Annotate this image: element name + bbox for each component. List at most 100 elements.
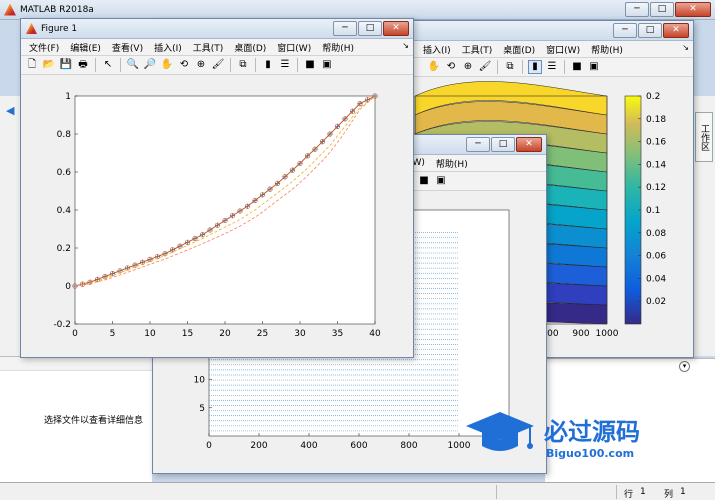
x-tick-label: 10 xyxy=(144,329,156,339)
fig1-close-button[interactable]: ✕ xyxy=(383,21,409,36)
menu-view[interactable]: 查看(V) xyxy=(112,41,143,54)
main-close-button[interactable]: ✕ xyxy=(675,2,711,17)
fig1-menubar: 文件(F) 编辑(E) 查看(V) 插入(I) 工具(T) 桌面(D) 窗口(W… xyxy=(21,39,413,56)
menu-file[interactable]: 文件(F) xyxy=(29,41,59,54)
x-tick-label: 5 xyxy=(110,329,116,339)
x-tick-label: 25 xyxy=(257,329,268,339)
open-file-icon[interactable]: 📂 xyxy=(42,58,56,72)
zoom-out-icon[interactable]: 🔎 xyxy=(143,58,157,72)
y-tick-label: 0.2 xyxy=(57,244,71,254)
menu-window[interactable]: 窗口(W) xyxy=(277,41,311,54)
x-tick-label: 800 xyxy=(400,441,417,451)
row-label: 行 xyxy=(624,490,634,500)
fig2-menu-help[interactable]: 帮助(H) xyxy=(436,157,468,170)
fig3-close-button[interactable]: ✕ xyxy=(663,23,689,38)
save-icon[interactable]: 💾 xyxy=(59,58,73,72)
hide-plot-tools-icon[interactable]: ■ xyxy=(303,58,317,72)
rotate-icon[interactable]: ⟲ xyxy=(444,60,458,74)
link-icon[interactable]: ⧉ xyxy=(236,58,250,72)
colorbar-tick-label: 0.2 xyxy=(646,92,660,102)
chevron-down-icon[interactable]: ▾ xyxy=(679,361,690,372)
y-tick-label: 10 xyxy=(194,376,206,386)
fig1-toolbar: 🗋 📂 💾 🖶 ↖ 🔍 🔎 ✋ ⟲ ⊕ 🖌 ⧉ ▮ ☰ ■ ▣ xyxy=(21,56,413,75)
colorbar-icon[interactable]: ▮ xyxy=(528,60,542,74)
back-arrow-icon[interactable]: ◀ xyxy=(6,104,14,117)
fig3-menu-help[interactable]: 帮助(H) xyxy=(591,43,623,56)
hide-plot-tools-icon[interactable]: ■ xyxy=(417,174,431,188)
y-tick-label: 1 xyxy=(65,92,71,102)
rotate-icon[interactable]: ⟲ xyxy=(177,58,191,72)
fig3-menu-window[interactable]: 窗口(W) xyxy=(546,43,580,56)
brush-icon[interactable]: 🖌 xyxy=(211,58,225,72)
datatip-icon[interactable]: ⊕ xyxy=(194,58,208,72)
new-figure-icon[interactable]: 🗋 xyxy=(25,58,39,72)
menu-help[interactable]: 帮助(H) xyxy=(322,41,354,54)
y-tick-label: 5 xyxy=(199,404,205,414)
menu-desktop[interactable]: 桌面(D) xyxy=(234,41,266,54)
colorbar-icon[interactable]: ▮ xyxy=(261,58,275,72)
figure-1-titlebar[interactable]: Figure 1 ─ □ ✕ xyxy=(21,19,413,39)
fig3-menu-tools[interactable]: 工具(T) xyxy=(462,43,493,56)
menu-insert[interactable]: 插入(I) xyxy=(154,41,182,54)
fig2-close-button[interactable]: ✕ xyxy=(516,137,542,152)
fig3-minimize-button[interactable]: ─ xyxy=(613,23,637,38)
y-tick-label: 0.4 xyxy=(57,206,72,216)
x-tick-label: 35 xyxy=(332,329,343,339)
show-plot-tools-icon[interactable]: ▣ xyxy=(434,174,448,188)
contour-x-ticks: 800 900 1000 xyxy=(541,329,618,339)
x-tick-label: 0 xyxy=(206,441,212,451)
colorbar-ticks: 0.02 0.04 0.06 0.08 0.1 0.12 0.14 0.16 0.18 0.2 xyxy=(638,92,666,307)
details-message: 选择文件以查看详细信息 xyxy=(44,416,144,426)
x-tick-label: 0 xyxy=(72,329,78,339)
menu-edit[interactable]: 编辑(E) xyxy=(70,41,101,54)
menu-tools[interactable]: 工具(T) xyxy=(193,41,224,54)
status-bar: 行 1 列 1 xyxy=(0,482,715,500)
fig3-menu-insert[interactable]: 插入(I) xyxy=(423,43,451,56)
y-tick-label: 0 xyxy=(65,282,71,292)
colorbar-tick-label: 0.02 xyxy=(646,297,666,307)
print-icon[interactable]: 🖶 xyxy=(76,58,90,72)
figure-1-window[interactable]: Figure 1 ─ □ ✕ 文件(F) 编辑(E) 查看(V) 插入(I) 工… xyxy=(20,18,414,358)
watermark-url: Biguo100.com xyxy=(546,447,634,460)
hide-plot-tools-icon[interactable]: ■ xyxy=(570,60,584,74)
x-tick-label: 40 xyxy=(369,329,381,339)
x-tick-label: 600 xyxy=(350,441,367,451)
pointer-icon[interactable]: ↖ xyxy=(101,58,115,72)
fig1-minimize-button[interactable]: ─ xyxy=(333,21,357,36)
fig1-maximize-button[interactable]: □ xyxy=(358,21,382,36)
fig3-maximize-button[interactable]: □ xyxy=(638,23,662,38)
menu-arrow-icon: ↘ xyxy=(402,41,409,50)
colorbar-tick-label: 0.06 xyxy=(646,252,666,262)
main-window-title: MATLAB R2018a xyxy=(20,4,94,15)
main-minimize-button[interactable]: ─ xyxy=(625,2,649,17)
details-header xyxy=(0,357,152,371)
brush-icon[interactable]: 🖌 xyxy=(478,60,492,74)
legend-icon[interactable]: ☰ xyxy=(278,58,292,72)
main-maximize-button[interactable]: □ xyxy=(650,2,674,17)
fig1-axes-box xyxy=(74,95,376,325)
colorbar-tick-label: 0.12 xyxy=(646,183,666,193)
colorbar-tick-label: 0.04 xyxy=(646,274,666,284)
datatip-icon[interactable]: ⊕ xyxy=(461,60,475,74)
y-tick-label: 0.8 xyxy=(57,130,72,140)
workspace-tab[interactable]: 工作区 xyxy=(695,112,713,162)
link-icon[interactable]: ⧉ xyxy=(503,60,517,74)
y-tick-label: -0.2 xyxy=(53,320,71,330)
x-tick-label: 400 xyxy=(300,441,317,451)
legend-icon[interactable]: ☰ xyxy=(545,60,559,74)
pan-icon[interactable]: ✋ xyxy=(160,58,174,72)
fig2-minimize-button[interactable]: ─ xyxy=(466,137,490,152)
pan-icon[interactable]: ✋ xyxy=(427,60,441,74)
show-plot-tools-icon[interactable]: ▣ xyxy=(320,58,334,72)
colorbar-tick-label: 0.16 xyxy=(646,138,666,148)
x-tick-label: 30 xyxy=(294,329,306,339)
fig1-canvas: 0 5 10 15 20 25 30 35 40-0.200.20.40.60.81 xyxy=(21,76,413,357)
show-plot-tools-icon[interactable]: ▣ xyxy=(587,60,601,74)
fig2-maximize-button[interactable]: □ xyxy=(491,137,515,152)
fig3-menu-desktop[interactable]: 桌面(D) xyxy=(503,43,535,56)
zoom-in-icon[interactable]: 🔍 xyxy=(126,58,140,72)
matlab-logo-icon xyxy=(4,3,16,16)
colorbar-tick-label: 0.1 xyxy=(646,206,660,216)
matlab-logo-icon xyxy=(26,23,37,34)
watermark: 必过源码 Biguo100.com xyxy=(466,412,640,460)
